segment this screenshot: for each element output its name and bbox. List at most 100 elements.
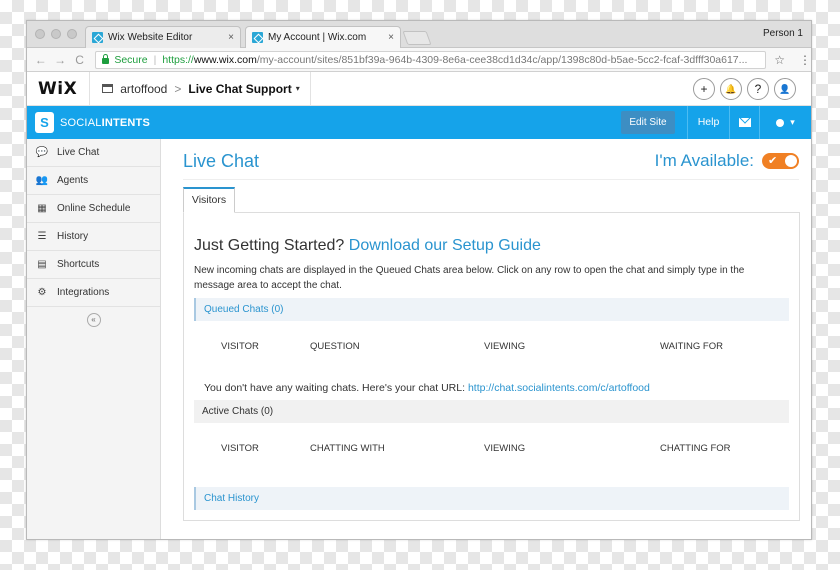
getting-started-text: Just Getting Started?: [194, 237, 345, 254]
account-button[interactable]: 👤: [774, 78, 796, 100]
active-chats-header[interactable]: Active Chats (0): [194, 400, 789, 423]
forward-arrow-icon[interactable]: →: [50, 53, 69, 67]
getting-started-description: New incoming chats are displayed in the …: [194, 265, 745, 291]
wix-top-bar: WiX artoffood > Live Chat Support ▾ + 🔔 …: [27, 71, 811, 106]
chevron-down-icon[interactable]: ▾: [296, 84, 300, 93]
address-bar-row: ← → C Secure | https://www.wix.com/my-ac…: [27, 48, 811, 72]
sidebar-item-label: Integrations: [57, 287, 110, 298]
main-content: Live Chat I'm Available: ✔ Visitors Just…: [161, 139, 811, 539]
plus-icon: +: [700, 82, 708, 96]
url-host: www.wix.com: [193, 53, 257, 66]
user-icon: 👤: [779, 83, 791, 94]
help-link[interactable]: Help: [687, 106, 729, 139]
browser-window-icon: [102, 84, 114, 93]
chat-bubbles-icon: 💬: [35, 147, 49, 158]
browser-window: Wix Website Editor × My Account | Wix.co…: [26, 20, 812, 540]
getting-started-heading: Just Getting Started? Download our Setup…: [194, 237, 541, 255]
divider: [309, 71, 311, 106]
column-header-viewing: VIEWING: [484, 341, 526, 352]
url-input[interactable]: Secure | https://www.wix.com/my-account/…: [95, 50, 767, 69]
tab-title: Wix Website Editor: [108, 32, 193, 43]
help-button[interactable]: ?: [747, 78, 769, 100]
wix-logo[interactable]: WiX: [38, 79, 77, 99]
users-icon: 👥: [35, 175, 49, 186]
window-controls: [35, 29, 77, 39]
browser-tab-strip: Wix Website Editor × My Account | Wix.co…: [27, 21, 811, 48]
column-header-chatting-for: CHATTING FOR: [660, 443, 731, 454]
column-header-question: QUESTION: [310, 341, 360, 352]
question-icon: ?: [754, 82, 762, 96]
url-scheme: https://: [162, 53, 194, 66]
tab-bar: Visitors: [183, 187, 800, 213]
breadcrumb-separator: >: [174, 81, 182, 96]
bell-icon: 🔔: [725, 83, 737, 94]
tab-visitors[interactable]: Visitors: [183, 187, 235, 213]
app-selector[interactable]: Live Chat Support: [188, 82, 291, 96]
chat-url-link[interactable]: http://chat.socialintents.com/c/artoffoo…: [468, 382, 650, 394]
calendar-icon: ▦: [37, 203, 47, 214]
sidebar-item-label: Agents: [57, 175, 89, 186]
lock-icon: [102, 53, 110, 64]
sidebar-item-label: Shortcuts: [57, 259, 100, 270]
sidebar-item-label: Live Chat: [57, 147, 100, 158]
sidebar-item-live-chat[interactable]: 💬 Live Chat: [27, 139, 160, 167]
app-header: S SOCIALINTENTS Edit Site Help ▾: [27, 106, 811, 139]
toggle-knob: [785, 155, 797, 167]
column-header-chatting-with: CHATTING WITH: [310, 443, 385, 454]
browser-tab-my-account[interactable]: My Account | Wix.com ×: [245, 26, 401, 48]
availability-toggle[interactable]: ✔: [762, 153, 799, 169]
divider: [89, 71, 91, 106]
bookmark-star-icon[interactable]: ☆: [774, 53, 785, 67]
sidebar-item-agents[interactable]: 👥 Agents: [27, 167, 160, 195]
user-icon: [776, 118, 785, 127]
sidebar-item-integrations[interactable]: ⚙ Integrations: [27, 279, 160, 307]
notifications-button[interactable]: 🔔: [720, 78, 742, 100]
url-path: /my-account/sites/851bf39a-964b-4309-8e6…: [256, 53, 748, 66]
gears-icon: ⚙: [37, 287, 47, 298]
browser-menu-icon[interactable]: ⋮: [799, 53, 811, 67]
chevron-down-icon: ▾: [790, 117, 795, 127]
availability-label: I'm Available:: [654, 151, 754, 170]
url-separator: |: [153, 53, 157, 66]
column-header-visitor: VISITOR: [221, 341, 259, 352]
queued-chats-header[interactable]: Queued Chats (0): [194, 298, 789, 321]
tab-title: My Account | Wix.com: [268, 32, 367, 43]
wix-favicon-icon: [252, 32, 263, 43]
empty-text: You don't have any waiting chats. Here's…: [204, 382, 466, 394]
sidebar-item-history[interactable]: ☰ History: [27, 223, 160, 251]
sidebar-item-online-schedule[interactable]: ▦ Online Schedule: [27, 195, 160, 223]
profile-name[interactable]: Person 1: [763, 28, 803, 39]
site-name-link[interactable]: artoffood: [120, 82, 167, 96]
setup-guide-link[interactable]: Download our Setup Guide: [349, 237, 541, 254]
mail-button[interactable]: [729, 106, 759, 139]
list-icon: ☰: [37, 231, 47, 242]
document-icon: ▤: [37, 259, 47, 270]
divider: [183, 179, 799, 180]
edit-site-button[interactable]: Edit Site: [621, 111, 675, 134]
sidebar-item-label: History: [57, 231, 89, 242]
add-button[interactable]: +: [693, 78, 715, 100]
column-header-visitor: VISITOR: [221, 443, 259, 454]
brand-bold: INTENTS: [101, 117, 151, 129]
sidebar-item-label: Online Schedule: [57, 203, 131, 214]
sidebar: 💬 Live Chat 👥 Agents ▦ Online Schedule ☰…: [27, 139, 161, 539]
new-tab-button[interactable]: [402, 31, 432, 45]
column-header-viewing: VIEWING: [484, 443, 526, 454]
close-icon[interactable]: ×: [388, 32, 394, 43]
user-menu-button[interactable]: ▾: [759, 106, 811, 139]
no-waiting-chats-message: You don't have any waiting chats. Here's…: [204, 382, 650, 394]
visitors-panel: Just Getting Started? Download our Setup…: [183, 213, 800, 521]
close-icon[interactable]: ×: [228, 32, 234, 43]
close-window-button[interactable]: [35, 29, 45, 39]
wix-favicon-icon: [92, 32, 103, 43]
check-icon: ✔: [768, 155, 778, 167]
collapse-sidebar-icon[interactable]: «: [86, 313, 101, 327]
maximize-window-button[interactable]: [67, 29, 77, 39]
back-arrow-icon[interactable]: ←: [31, 53, 50, 67]
sidebar-item-shortcuts[interactable]: ▤ Shortcuts: [27, 251, 160, 279]
minimize-window-button[interactable]: [51, 29, 61, 39]
browser-tab-wix-editor[interactable]: Wix Website Editor ×: [85, 26, 241, 48]
chat-history-header[interactable]: Chat History: [194, 487, 789, 510]
column-header-waiting-for: WAITING FOR: [660, 341, 723, 352]
reload-icon[interactable]: C: [70, 53, 89, 67]
